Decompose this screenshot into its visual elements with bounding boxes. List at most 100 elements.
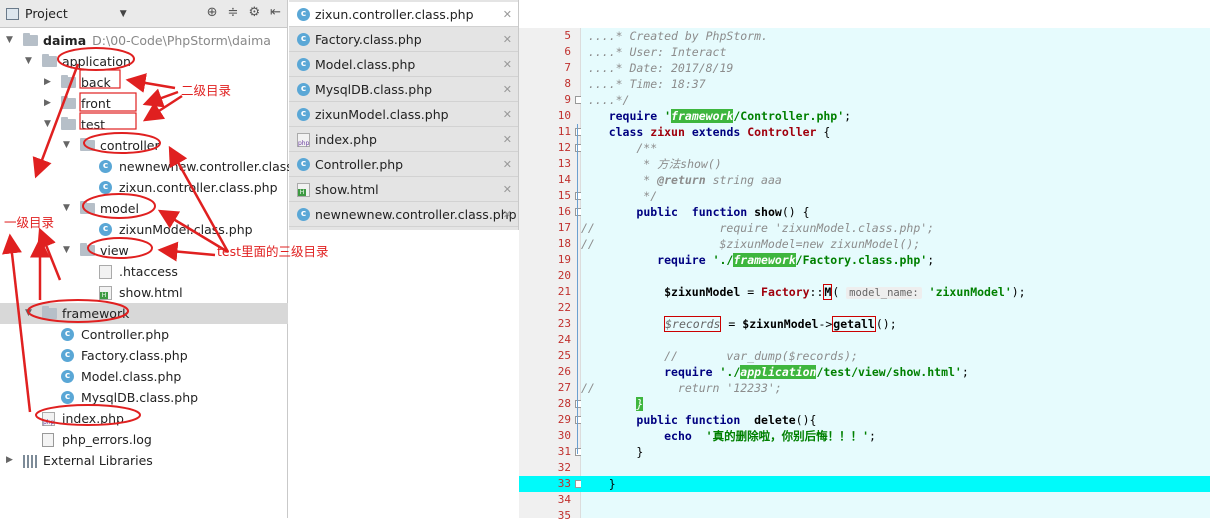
- code-line[interactable]: require './framework/Factory.class.php';: [581, 252, 1210, 268]
- editor-tab[interactable]: c Factory.class.php ✕: [289, 27, 518, 52]
- code-line[interactable]: }: [581, 444, 1210, 460]
- code-line[interactable]: [581, 300, 1210, 316]
- tree-item[interactable]: ▼ application: [0, 51, 288, 72]
- code-line[interactable]: }: [581, 396, 1210, 412]
- code-line[interactable]: [581, 492, 1210, 508]
- tree-item[interactable]: c MysqlDB.class.php: [0, 387, 288, 408]
- code-line[interactable]: echo '真的删除啦，你别后悔！！！';: [581, 428, 1210, 444]
- line-number: 34: [557, 493, 571, 506]
- code-line[interactable]: /**: [581, 140, 1210, 156]
- code-line[interactable]: ....*/: [581, 92, 1210, 108]
- code-line[interactable]: */: [581, 188, 1210, 204]
- code-line[interactable]: // $zixunModel=new zixunModel();: [581, 236, 1210, 252]
- code-line[interactable]: public function delete(){: [581, 412, 1210, 428]
- code-line[interactable]: ....* Date: 2017/8/19: [581, 60, 1210, 76]
- chevron-right-icon[interactable]: ▶: [44, 93, 51, 114]
- code-line[interactable]: }: [581, 476, 1210, 492]
- tree-item[interactable]: .htaccess: [0, 261, 288, 282]
- line-number: 30: [557, 429, 571, 442]
- code-line[interactable]: class zixun extends Controller {: [581, 124, 1210, 140]
- hide-icon[interactable]: ⇤: [270, 5, 281, 20]
- editor-tab[interactable]: c newnewnew.controller.class.php ✕: [289, 202, 518, 227]
- tree-item[interactable]: c zixun.controller.class.php: [0, 177, 288, 198]
- editor-tab[interactable]: show.html ✕: [289, 177, 518, 202]
- chevron-down-icon[interactable]: ▼: [6, 30, 13, 51]
- project-path: D:\00-Code\PhpStorm\daima: [92, 33, 271, 48]
- editor-tab[interactable]: c Controller.php ✕: [289, 152, 518, 177]
- htaccess-icon: [99, 265, 112, 279]
- code-line[interactable]: [581, 508, 1210, 524]
- project-view-icon[interactable]: [6, 7, 19, 20]
- code-line[interactable]: // require 'zixunModel.class.php';: [581, 220, 1210, 236]
- chevron-down-icon[interactable]: ▼: [63, 135, 70, 156]
- line-number: 16: [557, 205, 571, 218]
- close-icon[interactable]: ✕: [503, 127, 512, 152]
- code-line[interactable]: [581, 332, 1210, 348]
- line-number: 28: [557, 397, 571, 410]
- code-line[interactable]: public function show() {: [581, 204, 1210, 220]
- close-icon[interactable]: ✕: [503, 52, 512, 77]
- php-class-icon: c: [297, 108, 310, 121]
- tree-item[interactable]: php_errors.log: [0, 429, 288, 450]
- code-line[interactable]: ....* User: Interact: [581, 44, 1210, 60]
- editor-tab[interactable]: c zixunModel.class.php ✕: [289, 102, 518, 127]
- tree-item[interactable]: ▼ test: [0, 114, 288, 135]
- tree-item-label: newnewnew.controller.class.p: [119, 159, 305, 174]
- editor-tab-label: index.php: [315, 132, 377, 147]
- code-line[interactable]: ....* Created by PhpStorm.: [581, 28, 1210, 44]
- tree-item-label: External Libraries: [43, 453, 153, 468]
- editor-tab[interactable]: c MysqlDB.class.php ✕: [289, 77, 518, 102]
- code-line[interactable]: // var_dump($records);: [581, 348, 1210, 364]
- tree-item[interactable]: ▼ daima D:\00-Code\PhpStorm\daima: [0, 30, 288, 51]
- chevron-right-icon[interactable]: ▶: [6, 450, 13, 471]
- method-separator: [577, 124, 578, 454]
- close-icon[interactable]: ✕: [503, 77, 512, 102]
- code-line[interactable]: [581, 268, 1210, 284]
- code-line[interactable]: ....* Time: 18:37: [581, 76, 1210, 92]
- tree-item[interactable]: c Model.class.php: [0, 366, 288, 387]
- chevron-down-icon[interactable]: ▼: [25, 303, 32, 324]
- code-line[interactable]: // return '12233';: [581, 380, 1210, 396]
- tree-item[interactable]: ▼ controller: [0, 135, 288, 156]
- tree-item[interactable]: c Controller.php: [0, 324, 288, 345]
- gear-icon[interactable]: ⚙: [248, 5, 260, 20]
- chevron-down-icon[interactable]: ▼: [63, 240, 70, 261]
- code-editor[interactable]: ....* Created by PhpStorm. ....* User: I…: [581, 28, 1210, 518]
- code-line[interactable]: require './application/test/view/show.ht…: [581, 364, 1210, 380]
- chevron-down-icon[interactable]: ▼: [120, 9, 127, 19]
- locate-icon[interactable]: ⊕: [207, 5, 218, 20]
- project-view-title[interactable]: Project: [25, 6, 68, 21]
- tree-item[interactable]: c Factory.class.php: [0, 345, 288, 366]
- close-icon[interactable]: ✕: [503, 152, 512, 177]
- chevron-right-icon[interactable]: ▶: [44, 72, 51, 93]
- chevron-down-icon[interactable]: ▼: [25, 51, 32, 72]
- tree-item-label: zixunModel.class.php: [119, 222, 253, 237]
- code-line[interactable]: require 'framework/Controller.php';: [581, 108, 1210, 124]
- editor-tab[interactable]: c Model.class.php ✕: [289, 52, 518, 77]
- chevron-down-icon[interactable]: ▼: [44, 114, 51, 135]
- close-icon[interactable]: ✕: [503, 202, 512, 227]
- editor-tab[interactable]: c zixun.controller.class.php ✕: [289, 2, 518, 27]
- code-line[interactable]: * @return string aaa: [581, 172, 1210, 188]
- tree-item[interactable]: c newnewnew.controller.class.p: [0, 156, 305, 177]
- tree-item[interactable]: ▶ back: [0, 72, 288, 93]
- tree-item[interactable]: ▶ front: [0, 93, 288, 114]
- tree-item[interactable]: ▶ External Libraries: [0, 450, 288, 471]
- code-line[interactable]: $zixunModel = Factory::M( model_name: 'z…: [581, 284, 1210, 300]
- code-line[interactable]: $records = $zixunModel->getall();: [581, 316, 1210, 332]
- line-number: 11: [557, 125, 571, 138]
- editor-tab[interactable]: php index.php ✕: [289, 127, 518, 152]
- code-line[interactable]: * 方法show(): [581, 156, 1210, 172]
- close-icon[interactable]: ✕: [503, 102, 512, 127]
- tree-item[interactable]: php index.php: [0, 408, 288, 429]
- chevron-down-icon[interactable]: ▼: [63, 198, 70, 219]
- tree-item[interactable]: ▼ framework: [0, 303, 288, 324]
- php-class-icon: c: [297, 33, 310, 46]
- close-icon[interactable]: ✕: [503, 2, 512, 27]
- tree-item[interactable]: show.html: [0, 282, 288, 303]
- tree-item-label: test: [81, 117, 106, 132]
- collapse-all-icon[interactable]: ≑: [228, 5, 239, 20]
- close-icon[interactable]: ✕: [503, 177, 512, 202]
- close-icon[interactable]: ✕: [503, 27, 512, 52]
- code-line[interactable]: [581, 460, 1210, 476]
